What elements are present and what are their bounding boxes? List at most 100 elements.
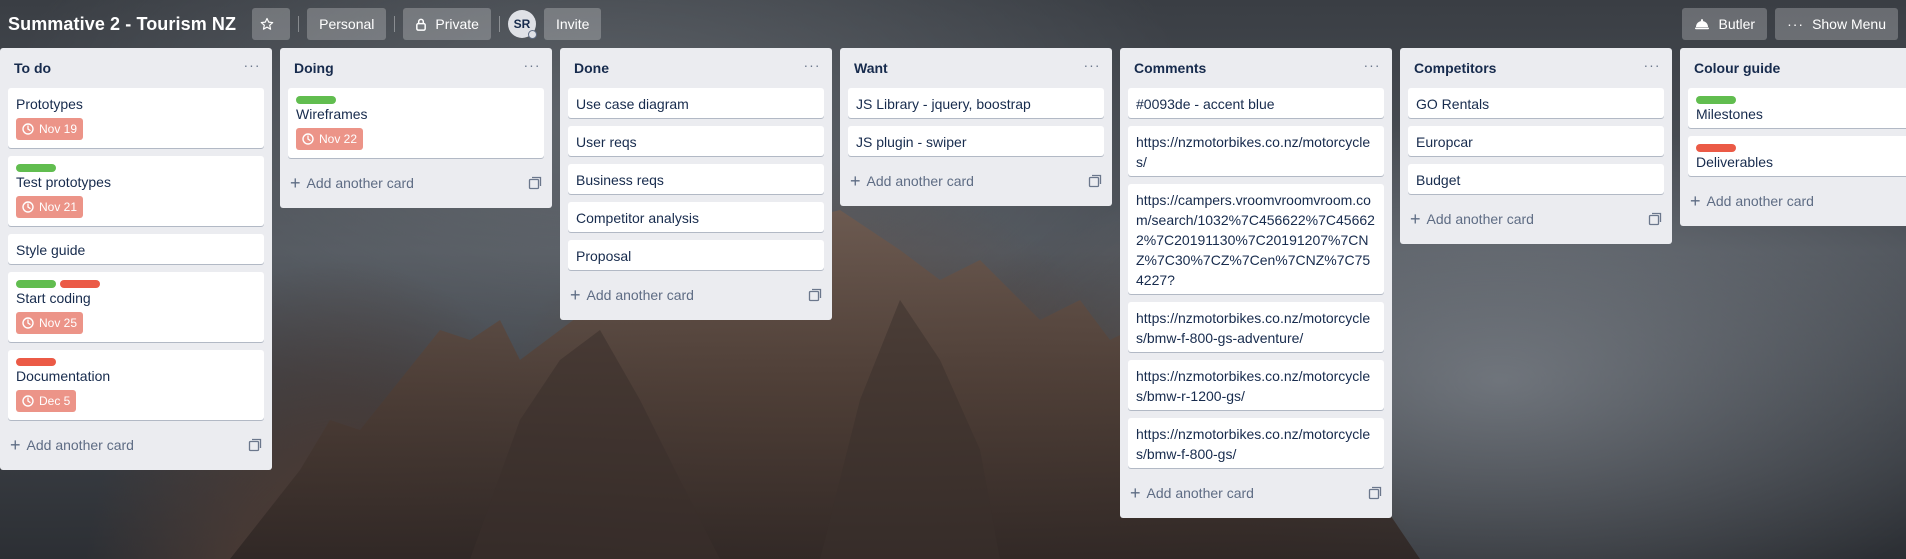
card-template-icon[interactable]	[528, 176, 542, 190]
due-date-badge[interactable]: Nov 25	[16, 312, 84, 334]
label-red[interactable]	[60, 280, 100, 288]
clock-icon	[302, 133, 314, 145]
clock-icon	[22, 201, 34, 213]
card[interactable]: Wireframes Nov 22	[288, 88, 544, 158]
list-title[interactable]: Want	[854, 60, 888, 76]
show-menu-button[interactable]: ··· Show Menu	[1775, 8, 1898, 40]
list-menu-icon[interactable]: ···	[1082, 58, 1102, 76]
card[interactable]: https://nzmotorbikes.co.nz/motorcycles/b…	[1128, 360, 1384, 410]
card[interactable]: https://nzmotorbikes.co.nz/motorcycles/b…	[1128, 302, 1384, 352]
add-card-button[interactable]: + Add another card	[280, 166, 552, 200]
due-date-badge[interactable]: Nov 19	[16, 118, 84, 140]
list-title[interactable]: Competitors	[1414, 60, 1496, 76]
card-labels[interactable]	[16, 358, 256, 366]
list-title[interactable]: Done	[574, 60, 609, 76]
card[interactable]: Europcar	[1408, 126, 1664, 156]
due-date-badge[interactable]: Dec 5	[16, 390, 77, 412]
list-done[interactable]: Done ··· Use case diagram User reqs Business…	[560, 48, 832, 320]
privacy-button[interactable]: Private	[403, 8, 491, 40]
label-red[interactable]	[1696, 144, 1736, 152]
list-header[interactable]: Colour guide···	[1680, 48, 1906, 88]
card[interactable]: GO Rentals	[1408, 88, 1664, 118]
add-card-button[interactable]: + Add another card	[840, 164, 1112, 198]
card-template-icon[interactable]	[808, 288, 822, 302]
add-card-button[interactable]: + Add another card	[1680, 184, 1906, 218]
card-template-icon[interactable]	[1648, 212, 1662, 226]
card-template-icon[interactable]	[1088, 174, 1102, 188]
label-red[interactable]	[16, 358, 56, 366]
due-date-badge[interactable]: Nov 22	[296, 128, 364, 150]
list-title[interactable]: Doing	[294, 60, 334, 76]
card-title: https://campers.vroomvroomvroom.com/sear…	[1136, 192, 1375, 288]
more-icon: ···	[1787, 16, 1805, 32]
card-container: #0093de - accent blue https://nzmotorbike…	[1120, 88, 1392, 468]
team-visibility-button[interactable]: Personal	[307, 8, 387, 40]
list-header[interactable]: Doing ···	[280, 48, 552, 88]
card[interactable]: Business reqs	[568, 164, 824, 194]
list-menu-icon[interactable]: ···	[242, 58, 262, 76]
header-divider	[498, 16, 500, 32]
card[interactable]: User reqs	[568, 126, 824, 156]
list-colour-guide[interactable]: Colour guide··· Milestones Deliverables + Ad…	[1680, 48, 1906, 226]
list-title[interactable]: To do	[14, 60, 51, 76]
card[interactable]: Use case diagram	[568, 88, 824, 118]
card[interactable]: Milestones	[1688, 88, 1906, 128]
card-title: Proposal	[576, 248, 632, 264]
card[interactable]: Test prototypes Nov 21	[8, 156, 264, 226]
card[interactable]: https://nzmotorbikes.co.nz/motorcycles/	[1128, 126, 1384, 176]
card[interactable]: Proposal	[568, 240, 824, 270]
list-title[interactable]: Colour guide	[1694, 60, 1780, 76]
add-card-button[interactable]: + Add another card	[560, 278, 832, 312]
list-comments[interactable]: Comments ··· #0093de - accent blue https://…	[1120, 48, 1392, 518]
list-menu-icon[interactable]: ···	[802, 58, 822, 76]
list-header[interactable]: Comments ···	[1120, 48, 1392, 88]
list-want[interactable]: Want ··· JS Library - jquery, boostrap JS p…	[840, 48, 1112, 206]
card[interactable]: Prototypes Nov 19	[8, 88, 264, 148]
card[interactable]: Deliverables	[1688, 136, 1906, 176]
star-button[interactable]	[252, 8, 291, 40]
label-green[interactable]	[1696, 96, 1736, 104]
card-template-icon[interactable]	[1368, 486, 1382, 500]
list-menu-icon[interactable]: ···	[1362, 58, 1382, 76]
list-header[interactable]: Competitors ···	[1400, 48, 1672, 88]
card-labels[interactable]	[16, 280, 256, 288]
invite-button[interactable]: Invite	[543, 8, 602, 40]
card[interactable]: Competitor analysis	[568, 202, 824, 232]
card[interactable]: https://campers.vroomvroomvroom.com/sear…	[1128, 184, 1384, 294]
card[interactable]: Documentation Dec 5	[8, 350, 264, 420]
list-menu-icon[interactable]: ···	[522, 58, 542, 76]
board-title[interactable]: Summative 2 - Tourism NZ	[8, 14, 236, 35]
label-green[interactable]	[16, 164, 56, 172]
list-title[interactable]: Comments	[1134, 60, 1206, 76]
member-avatar[interactable]: SR	[507, 10, 537, 39]
list-header[interactable]: Done ···	[560, 48, 832, 88]
card[interactable]: Start coding Nov 25	[8, 272, 264, 342]
list-header[interactable]: To do ···	[0, 48, 272, 88]
card[interactable]: #0093de - accent blue	[1128, 88, 1384, 118]
list-competitors[interactable]: Competitors ··· GO Rentals Europcar Budget + A…	[1400, 48, 1672, 244]
card-title: Style guide	[16, 242, 86, 258]
card-template-icon[interactable]	[248, 438, 262, 452]
card-labels[interactable]	[1696, 96, 1906, 104]
card[interactable]: Budget	[1408, 164, 1664, 194]
card[interactable]: https://nzmotorbikes.co.nz/motorcycles/b…	[1128, 418, 1384, 468]
butler-button[interactable]: Butler	[1682, 8, 1768, 40]
list-header[interactable]: Want ···	[840, 48, 1112, 88]
card-labels[interactable]	[296, 96, 536, 104]
due-date-badge[interactable]: Nov 21	[16, 196, 84, 218]
list-to-do[interactable]: To do ··· Prototypes Nov 19 Test prototypes N…	[0, 48, 272, 470]
list-menu-icon[interactable]: ···	[1642, 58, 1662, 76]
add-card-button[interactable]: + Add another card	[1120, 476, 1392, 510]
label-green[interactable]	[16, 280, 56, 288]
list-doing[interactable]: Doing ··· Wireframes Nov 22 + Add another car…	[280, 48, 552, 208]
add-card-button[interactable]: + Add another card	[0, 428, 272, 462]
card[interactable]: Style guide	[8, 234, 264, 264]
card[interactable]: JS Library - jquery, boostrap	[848, 88, 1104, 118]
card[interactable]: JS plugin - swiper	[848, 126, 1104, 156]
card-labels[interactable]	[16, 164, 256, 172]
label-green[interactable]	[296, 96, 336, 104]
card-labels[interactable]	[1696, 144, 1906, 152]
card-title: User reqs	[576, 134, 637, 150]
plus-icon: +	[1130, 483, 1141, 503]
add-card-button[interactable]: + Add another card	[1400, 202, 1672, 236]
